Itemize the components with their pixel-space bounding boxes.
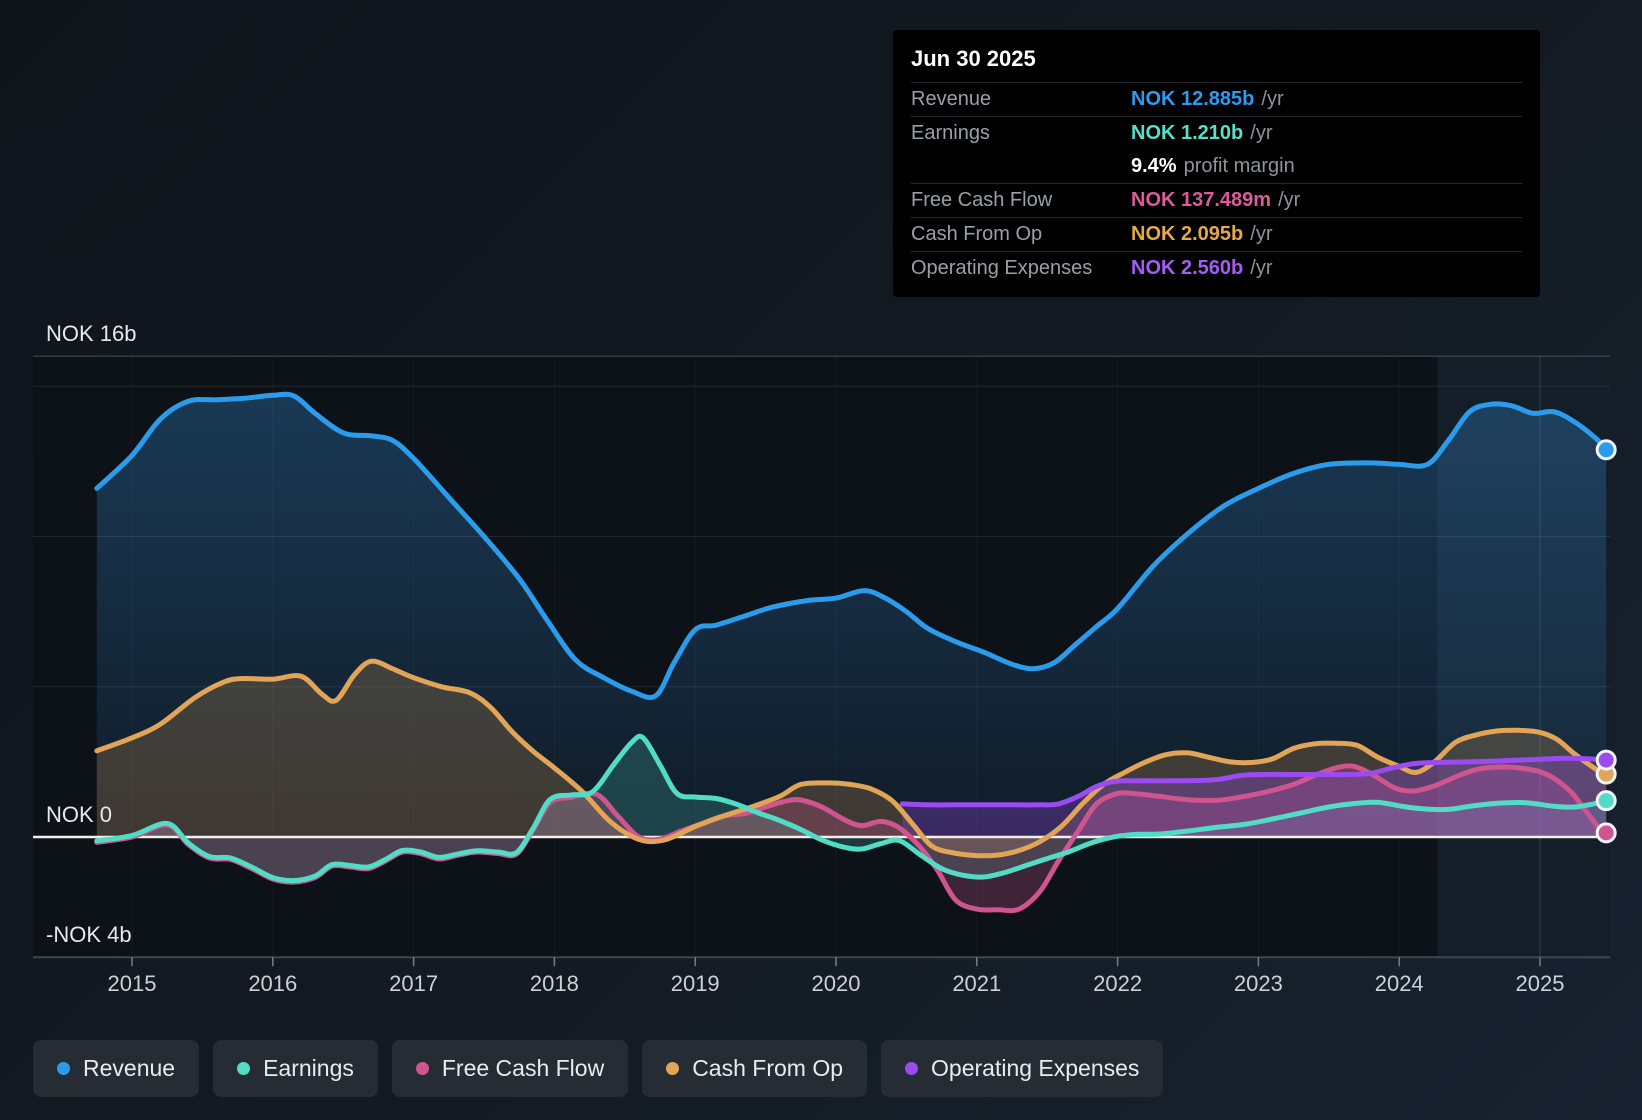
tooltip-row-unit: /yr xyxy=(1250,257,1273,279)
tooltip-row-revenue: Revenue NOK 12.885b/yr xyxy=(911,82,1522,116)
legend-item-label: Free Cash Flow xyxy=(441,1055,605,1081)
x-axis-label: 2023 xyxy=(1234,971,1283,996)
y-axis-label: -NOK 4b xyxy=(46,922,132,947)
tooltip-row-label: Revenue xyxy=(911,88,992,110)
earnings-endpoint-marker xyxy=(1595,790,1617,812)
tooltip-row-unit: /yr xyxy=(1278,189,1301,211)
x-axis-label: 2024 xyxy=(1375,971,1424,996)
tooltip-row-label: Operating Expenses xyxy=(911,257,1093,279)
tooltip-row-value: NOK 2.560b/yr xyxy=(1131,257,1273,279)
legend-item-label: Cash From Op xyxy=(692,1055,844,1081)
x-axis-label: 2017 xyxy=(389,971,438,996)
y-axis-label: NOK 0 xyxy=(46,802,112,827)
tooltip-row-value: NOK 137.489m/yr xyxy=(1131,189,1301,211)
tooltip-row-operating-expenses: Operating Expenses NOK 2.560b/yr xyxy=(911,251,1522,285)
tooltip-row-label: Free Cash Flow xyxy=(911,189,1053,211)
tooltip-row-value: NOK 12.885b/yr xyxy=(1131,88,1284,110)
free_cash_flow-endpoint-marker xyxy=(1595,822,1617,844)
tooltip-row-unit: /yr xyxy=(1261,88,1284,110)
operating_expenses-endpoint-marker xyxy=(1595,749,1617,771)
free-cash-flow-series-dot-icon xyxy=(415,1062,429,1075)
legend-item-cash-from-op[interactable]: Cash From Op xyxy=(642,1040,868,1097)
cash-from-op-series-dot-icon xyxy=(666,1062,680,1075)
x-axis-label: 2015 xyxy=(108,971,157,996)
tooltip-row-unit: profit margin xyxy=(1183,155,1295,177)
tooltip-row-profit-margin: 9.4% profit margin xyxy=(911,150,1522,183)
y-axis-label: NOK 16b xyxy=(46,321,137,346)
revenue-endpoint-marker xyxy=(1595,439,1617,461)
tooltip-row-value: NOK 1.210b/yr xyxy=(1131,122,1273,144)
tooltip-row-label: Cash From Op xyxy=(911,223,1043,245)
app-root: NOK 16b NOK 0 -NOK 4b 2015 2016 2017 2018 2019 2… xyxy=(0,0,1642,1120)
tooltip-rows: Revenue NOK 12.885b/yr Earnings NOK 1.210b /… xyxy=(911,82,1522,285)
tooltip-row-value: 9.4% profit margin xyxy=(1131,155,1295,177)
tooltip-panel: Jun 30 2025 Revenue NOK 12.885b/yr Earning… xyxy=(893,30,1540,297)
legend-item-label: Operating Expenses xyxy=(931,1055,1140,1081)
revenue-series-dot-icon xyxy=(57,1062,70,1075)
legend-item-free-cash-flow[interactable]: Free Cash Flow xyxy=(391,1040,629,1097)
legend-item-label: Earnings xyxy=(263,1055,354,1081)
x-axis-label: 2025 xyxy=(1516,971,1565,996)
legend-item-operating-expenses[interactable]: Operating Expenses xyxy=(881,1040,1164,1097)
tooltip-row-free-cash-flow: Free Cash Flow NOK 137.489m/yr xyxy=(911,183,1522,217)
legend: Revenue Earnings Free Cash Flow Cash From O… xyxy=(33,1040,1164,1097)
operating-expenses-series-dot-icon xyxy=(905,1062,919,1075)
legend-item-revenue[interactable]: Revenue xyxy=(33,1040,200,1097)
tooltip-row-cash-from-op: Cash From Op NOK 2.095b/yr xyxy=(911,217,1522,251)
earnings-series-dot-icon xyxy=(237,1062,251,1075)
tooltip-row-value: NOK 2.095b/yr xyxy=(1131,223,1273,245)
tooltip-row-earnings: Earnings NOK 1.210b/yr xyxy=(911,116,1522,150)
x-axis-label: 2016 xyxy=(248,971,297,996)
tooltip-row-unit: /yr xyxy=(1250,122,1273,144)
tooltip-date: Jun 30 2025 xyxy=(911,46,1036,71)
x-axis-label: 2020 xyxy=(812,971,861,996)
x-axis-label: 2021 xyxy=(952,971,1001,996)
tooltip-row-unit: /yr xyxy=(1250,223,1273,245)
legend-item-label: Revenue xyxy=(83,1055,176,1081)
tooltip-row-label: Earnings xyxy=(911,122,990,144)
x-axis-label: 2019 xyxy=(671,971,720,996)
x-axis-label: 2018 xyxy=(530,971,579,996)
x-axis-label: 2022 xyxy=(1093,971,1142,996)
legend-item-earnings[interactable]: Earnings xyxy=(213,1040,378,1097)
